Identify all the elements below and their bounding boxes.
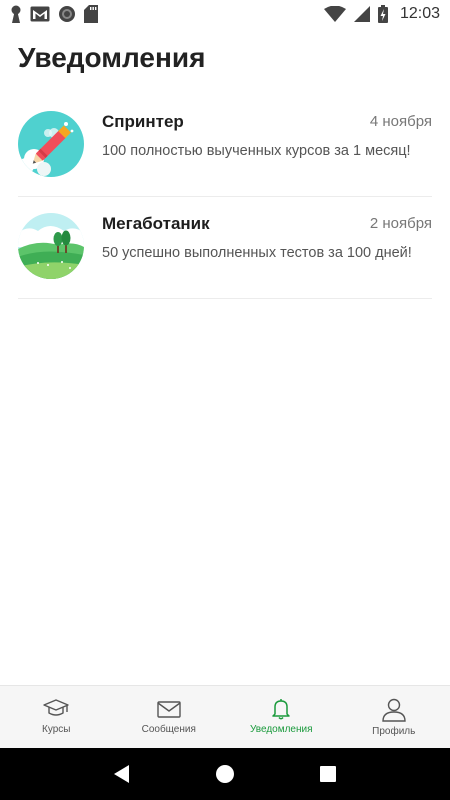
envelope-icon	[157, 701, 181, 718]
nav-item-profile[interactable]: Профиль	[338, 686, 450, 748]
notification-item[interactable]: Мегаботаник 2 ноября 50 успешно выполнен…	[18, 197, 432, 299]
nav-item-messages[interactable]: Сообщения	[113, 686, 226, 748]
bottom-navigation: Курсы Сообщения Уведомления Профиль	[0, 685, 450, 748]
nav-item-courses[interactable]: Курсы	[0, 686, 113, 748]
signal-icon	[353, 6, 370, 22]
notification-date: 2 ноября	[369, 215, 432, 232]
home-circle-icon	[215, 765, 234, 783]
user-icon	[382, 698, 406, 722]
notification-item[interactable]: Спринтер 4 ноября 100 полностью выученны…	[18, 95, 432, 197]
nav-label: Профиль	[372, 726, 416, 737]
nav-label: Курсы	[42, 724, 71, 735]
status-bar: 12:03	[0, 0, 450, 28]
recents-square-icon	[320, 766, 337, 782]
status-time: 12:03	[399, 5, 440, 22]
nav-label: Уведомления	[249, 724, 313, 735]
notification-title: Мегаботаник	[102, 214, 210, 233]
home-button[interactable]	[210, 759, 240, 789]
notification-text: 50 успешно выполненных тестов за 100 дне…	[102, 245, 412, 261]
rocket-pencil-icon	[18, 111, 84, 177]
page-title: Уведомления	[18, 42, 206, 73]
notification-title: Спринтер	[102, 112, 184, 131]
back-button[interactable]	[107, 759, 137, 789]
nav-label: Сообщения	[141, 724, 196, 735]
notifications-list: Спринтер 4 ноября 100 полностью выученны…	[18, 95, 432, 299]
landscape-trees-icon	[18, 213, 84, 279]
wifi-icon	[323, 6, 346, 22]
notification-date: 4 ноября	[369, 113, 432, 130]
battery-icon	[377, 5, 388, 23]
circle-icon	[59, 6, 75, 22]
nav-item-notifications[interactable]: Уведомления	[225, 686, 338, 748]
back-triangle-icon	[113, 765, 129, 783]
recents-button[interactable]	[313, 759, 343, 789]
bell-icon	[272, 699, 290, 720]
keyhole-icon	[11, 5, 21, 23]
notification-text: 100 полностью выученных курсов за 1 меся…	[102, 143, 411, 159]
graduation-cap-icon	[43, 699, 69, 716]
sd-card-icon	[84, 5, 98, 23]
system-navigation-bar	[0, 748, 450, 800]
gmail-icon	[30, 6, 50, 22]
